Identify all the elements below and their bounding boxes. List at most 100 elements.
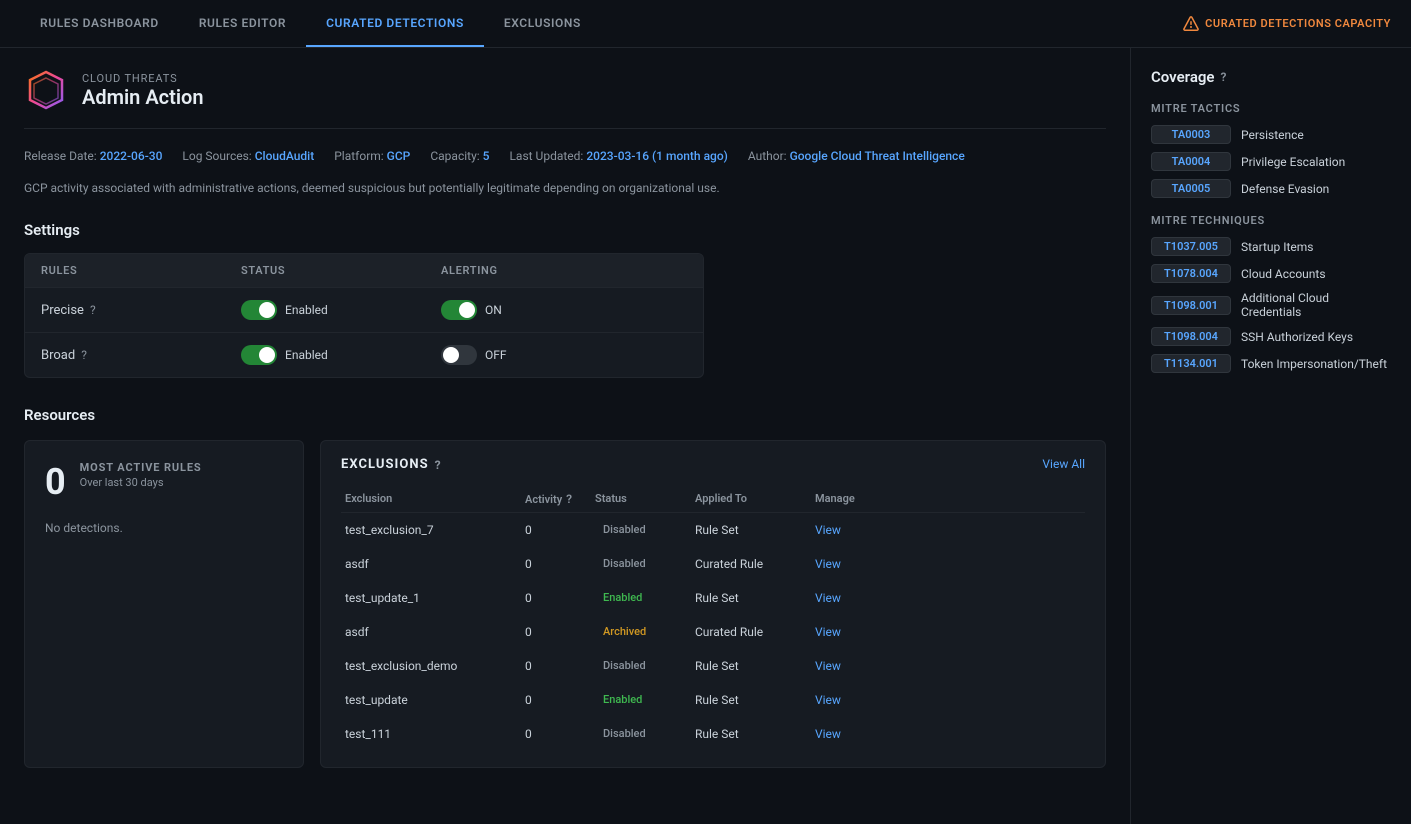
mitre-tactic-item: TA0004 Privilege Escalation xyxy=(1151,152,1391,171)
release-date-label: Release Date: 2022-06-30 xyxy=(24,149,162,163)
exclusion-applied-2: Rule Set xyxy=(695,591,815,605)
precise-alerting-label: ON xyxy=(485,303,502,317)
mitre-tactic-tag-0[interactable]: TA0003 xyxy=(1151,125,1231,144)
exclusion-view-link-2[interactable]: View xyxy=(815,591,885,605)
exclusion-status-0: Disabled xyxy=(595,521,695,538)
right-sidebar: Coverage ? MITRE Tactics TA0003 Persiste… xyxy=(1131,48,1411,824)
precise-status-toggle[interactable] xyxy=(241,300,277,320)
precise-status-label: Enabled xyxy=(285,303,328,317)
broad-alerting-label: OFF xyxy=(485,348,507,362)
activity-help-icon[interactable]: ? xyxy=(566,492,572,506)
col-alerting-header: Alerting xyxy=(441,264,641,277)
alert-label: CURATED DETECTIONS CAPACITY xyxy=(1205,17,1391,30)
exclusions-table-row: test_update 0 Enabled Rule Set View xyxy=(341,683,1085,717)
mitre-technique-item: T1037.005 Startup Items xyxy=(1151,237,1391,256)
mitre-tactic-label-0: Persistence xyxy=(1241,128,1304,142)
exclusion-status-5: Enabled xyxy=(595,691,695,708)
active-rules-count: 0 xyxy=(45,461,66,503)
log-sources-label: Log Sources: CloudAudit xyxy=(182,149,314,163)
broad-status-label: Enabled xyxy=(285,348,328,362)
tab-exclusions[interactable]: EXCLUSIONS xyxy=(484,0,601,47)
exclusion-view-link-0[interactable]: View xyxy=(815,523,885,537)
exclusion-view-link-6[interactable]: View xyxy=(815,727,885,741)
col-activity-header: Activity ? xyxy=(525,492,595,506)
page-layout: CLOUD THREATS Admin Action Release Date:… xyxy=(0,48,1411,824)
precise-help-icon[interactable]: ? xyxy=(90,303,96,317)
mitre-technique-item: T1078.004 Cloud Accounts xyxy=(1151,264,1391,283)
col-status-header: Status xyxy=(241,264,441,277)
broad-status-cell: Enabled xyxy=(241,345,441,365)
exclusion-status-2: Enabled xyxy=(595,589,695,606)
exclusion-view-link-1[interactable]: View xyxy=(815,557,885,571)
exclusions-card-title: EXCLUSIONS ? xyxy=(341,457,442,472)
mitre-technique-tag-0[interactable]: T1037.005 xyxy=(1151,237,1231,256)
mitre-tactic-tag-1[interactable]: TA0004 xyxy=(1151,152,1231,171)
author-label: Author: Google Cloud Threat Intelligence xyxy=(748,149,965,163)
mitre-tactic-item: TA0003 Persistence xyxy=(1151,125,1391,144)
author-value: Google Cloud Threat Intelligence xyxy=(790,149,965,163)
exclusions-card: EXCLUSIONS ? View All Exclusion Activity… xyxy=(320,440,1106,768)
resources-grid: 0 MOST ACTIVE RULES Over last 30 days No… xyxy=(24,440,1106,768)
exclusion-name-4: test_exclusion_demo xyxy=(345,659,525,673)
mitre-tactics-label: MITRE Tactics xyxy=(1151,102,1391,115)
col-exclusion-header: Exclusion xyxy=(345,492,525,506)
exclusion-name-1: asdf xyxy=(345,557,525,571)
exclusion-name-5: test_update xyxy=(345,693,525,707)
exclusion-applied-5: Rule Set xyxy=(695,693,815,707)
exclusion-applied-1: Curated Rule xyxy=(695,557,815,571)
rule-name-precise: Precise ? xyxy=(41,303,241,318)
exclusions-table-row: asdf 0 Archived Curated Rule View xyxy=(341,615,1085,649)
mitre-technique-tag-2[interactable]: T1098.001 xyxy=(1151,296,1231,315)
col-rules-header: Rules xyxy=(41,264,241,277)
exclusions-card-header: EXCLUSIONS ? View All xyxy=(341,457,1085,472)
mitre-technique-label-4: Token Impersonation/Theft xyxy=(1241,357,1387,371)
nav-tabs: RULES DASHBOARD RULES EDITOR CURATED DET… xyxy=(20,0,601,47)
broad-status-toggle[interactable] xyxy=(241,345,277,365)
exclusion-view-link-4[interactable]: View xyxy=(815,659,885,673)
page-description: GCP activity associated with administrat… xyxy=(24,179,1106,197)
exclusions-table-header: Exclusion Activity ? Status Applied To M… xyxy=(341,486,1085,513)
active-rules-card: 0 MOST ACTIVE RULES Over last 30 days No… xyxy=(24,440,304,768)
active-rules-label: MOST ACTIVE RULES xyxy=(80,461,202,474)
mitre-technique-tag-1[interactable]: T1078.004 xyxy=(1151,264,1231,283)
mitre-technique-label-2: Additional Cloud Credentials xyxy=(1241,291,1391,319)
col-manage-header: Manage xyxy=(815,492,885,506)
mitre-technique-tag-3[interactable]: T1098.004 xyxy=(1151,327,1231,346)
exclusion-applied-6: Rule Set xyxy=(695,727,815,741)
last-updated-value: 2023-03-16 (1 month ago) xyxy=(586,149,728,163)
mitre-tactics: TA0003 Persistence TA0004 Privilege Esca… xyxy=(1151,125,1391,198)
coverage-help-icon[interactable]: ? xyxy=(1220,70,1226,84)
platform-value: GCP xyxy=(387,149,411,163)
view-all-link[interactable]: View All xyxy=(1042,457,1085,472)
exclusion-view-link-3[interactable]: View xyxy=(815,625,885,639)
precise-status-cell: Enabled xyxy=(241,300,441,320)
mitre-tactic-tag-2[interactable]: TA0005 xyxy=(1151,179,1231,198)
broad-help-icon[interactable]: ? xyxy=(81,348,87,362)
curated-detections-capacity-alert[interactable]: CURATED DETECTIONS CAPACITY xyxy=(1183,16,1391,32)
settings-table-header: Rules Status Alerting xyxy=(25,254,703,288)
no-detections-text: No detections. xyxy=(45,521,283,535)
capacity-label: Capacity: 5 xyxy=(430,149,489,163)
coverage-title: Coverage ? xyxy=(1151,68,1391,86)
exclusion-name-6: test_111 xyxy=(345,727,525,741)
last-updated-label: Last Updated: 2023-03-16 (1 month ago) xyxy=(509,149,727,163)
mitre-tactic-label-1: Privilege Escalation xyxy=(1241,155,1345,169)
exclusions-help-icon[interactable]: ? xyxy=(435,458,442,472)
release-date-value: 2022-06-30 xyxy=(100,149,163,163)
exclusions-table-row: test_update_1 0 Enabled Rule Set View xyxy=(341,581,1085,615)
exclusions-table-row: test_exclusion_demo 0 Disabled Rule Set … xyxy=(341,649,1085,683)
settings-table: Rules Status Alerting Precise ? Enabled xyxy=(24,253,704,378)
precise-alerting-toggle[interactable] xyxy=(441,300,477,320)
exclusion-view-link-5[interactable]: View xyxy=(815,693,885,707)
top-nav: RULES DASHBOARD RULES EDITOR CURATED DET… xyxy=(0,0,1411,48)
broad-alerting-toggle[interactable] xyxy=(441,345,477,365)
col-status-header-ex: Status xyxy=(595,492,695,506)
page-title: Admin Action xyxy=(82,85,204,109)
active-rules-sublabel: Over last 30 days xyxy=(80,476,202,489)
tab-rules-dashboard[interactable]: RULES DASHBOARD xyxy=(20,0,179,47)
tab-curated-detections[interactable]: CURATED DETECTIONS xyxy=(306,0,484,47)
tab-rules-editor[interactable]: RULES EDITOR xyxy=(179,0,306,47)
exclusion-activity-6: 0 xyxy=(525,727,595,741)
exclusion-activity-5: 0 xyxy=(525,693,595,707)
mitre-technique-tag-4[interactable]: T1134.001 xyxy=(1151,354,1231,373)
